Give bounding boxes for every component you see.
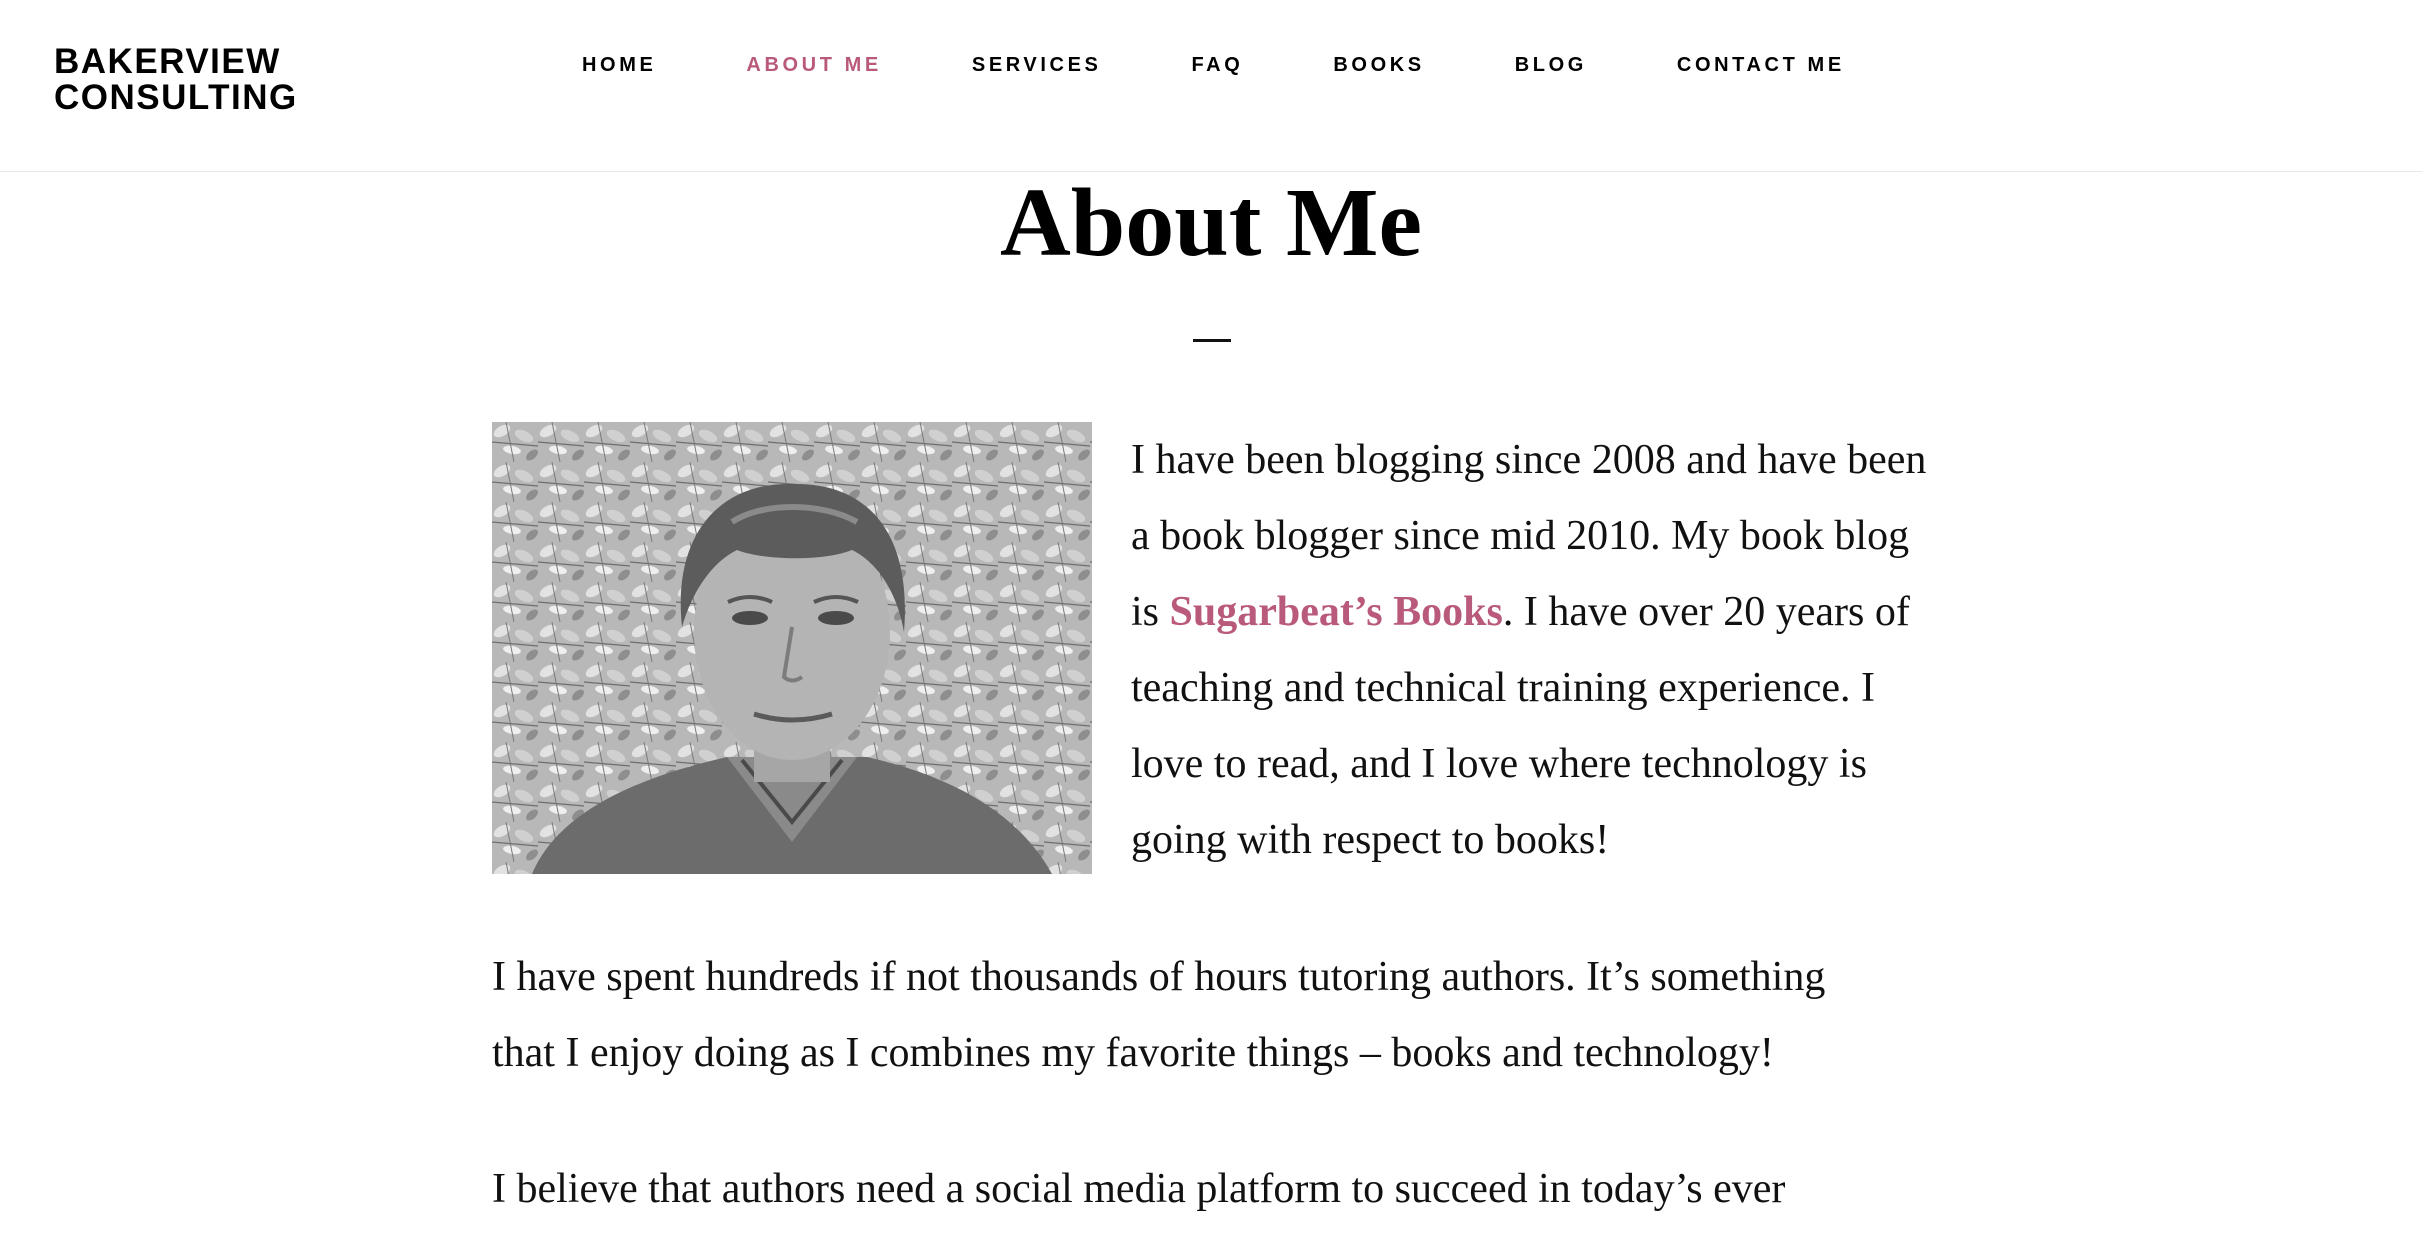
site-header: BAKERVIEW CONSULTING HOME ABOUT ME SERVI… (0, 0, 2422, 172)
nav-contact-me[interactable]: CONTACT ME (1677, 54, 1845, 77)
intro-paragraph: I have been blogging since 2008 and have… (1131, 422, 1941, 878)
intro-line: teaching and technical training experien… (1131, 665, 1875, 711)
intro-line: I have been blogging since 2008 and have… (1131, 437, 1927, 483)
tutoring-paragraph: I have spent hundreds if not thousands o… (492, 939, 1942, 1091)
nav-blog[interactable]: BLOG (1515, 54, 1587, 77)
main-nav: HOME ABOUT ME SERVICES FAQ BOOKS BLOG CO… (582, 52, 1845, 78)
nav-services[interactable]: SERVICES (972, 54, 1102, 77)
intro-line: is Sugarbeat’s Books. I have over 20 yea… (1131, 574, 1941, 650)
sugarbeats-books-link[interactable]: Sugarbeat’s Books (1170, 589, 1503, 635)
intro-line: going with respect to books! (1131, 817, 1610, 863)
nav-faq[interactable]: FAQ (1191, 54, 1243, 77)
intro-text: . I have over 20 years of (1502, 589, 1910, 635)
social-media-paragraph: I believe that authors need a social med… (492, 1151, 1942, 1227)
paragraph-line: I have spent hundreds if not thousands o… (492, 954, 1826, 1000)
paragraph-line: I believe that authors need a social med… (492, 1166, 1786, 1212)
intro-text: is (1131, 589, 1170, 635)
page-title: About Me (1000, 169, 1422, 277)
intro-line: a book blogger since mid 2010. My book b… (1131, 513, 1910, 559)
nav-home[interactable]: HOME (582, 54, 656, 77)
site-logo-link[interactable]: BAKERVIEW CONSULTING (54, 44, 298, 116)
nav-books[interactable]: BOOKS (1333, 54, 1424, 77)
brand-line-1: BAKERVIEW (54, 42, 281, 81)
brand-line-2: CONSULTING (54, 78, 298, 117)
paragraph-line: that I enjoy doing as I combines my favo… (492, 1030, 1774, 1076)
intro-line: love to read, and I love where technolog… (1131, 741, 1867, 787)
author-portrait-image (492, 422, 1092, 874)
nav-about-me[interactable]: ABOUT ME (746, 54, 881, 77)
title-divider (1193, 339, 1231, 342)
